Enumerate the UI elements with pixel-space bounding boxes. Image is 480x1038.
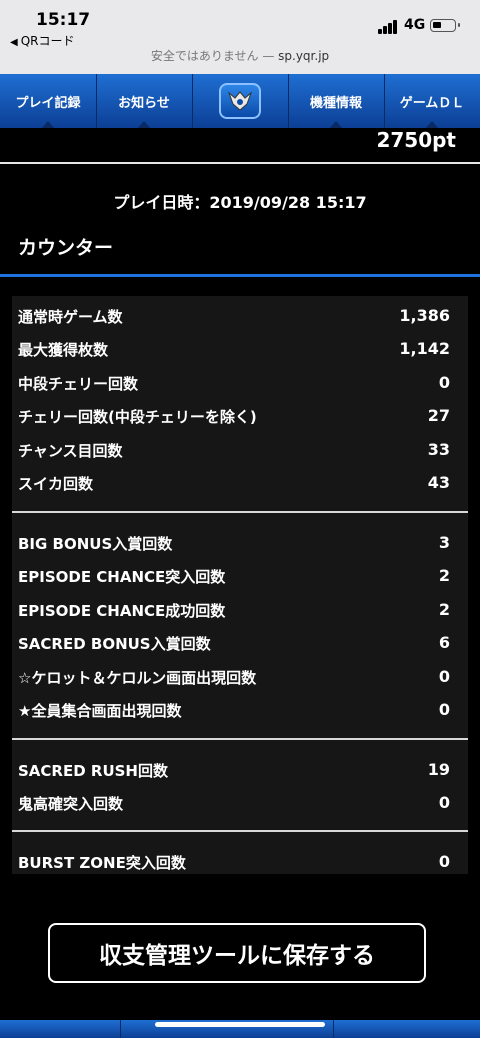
- counter-label: ★全員集合画面出現回数: [18, 702, 182, 720]
- address-bar[interactable]: 安全ではありません — sp.yqr.jp: [0, 47, 480, 64]
- counter-value: 2: [438, 600, 450, 619]
- play-datetime: プレイ日時：2019/09/28 15:17: [113, 193, 367, 212]
- counter-panel: 通常時ゲーム数 1,386 最大獲得枚数 1,142 中段チェリー回数 0 チェ…: [12, 296, 468, 874]
- counter-value: 0: [438, 667, 450, 686]
- counter-value: 33: [427, 440, 450, 459]
- counter-row: 通常時ゲーム数 1,386: [12, 306, 468, 330]
- counter-value: 0: [438, 793, 450, 812]
- nav-label: お知らせ: [118, 95, 170, 111]
- counter-row: チャンス目回数 33: [12, 440, 468, 464]
- counter-label: 通常時ゲーム数: [18, 308, 123, 326]
- nav-game-download[interactable]: ゲームＤＬ: [384, 74, 480, 129]
- counter-row: ☆ケロット＆ケロルン画面出現回数 0: [12, 667, 468, 691]
- counter-value: 19: [427, 760, 450, 779]
- points-bar: 2750pt: [0, 128, 480, 162]
- main-nav: プレイ記録 お知らせ 機種情報 ゲームＤＬ: [0, 74, 480, 130]
- counter-value: 1,386: [399, 306, 450, 325]
- save-to-balance-tool-button[interactable]: 収支管理ツールに保存する: [48, 923, 426, 983]
- nav-play-record[interactable]: プレイ記録: [0, 74, 97, 129]
- home-indicator[interactable]: [155, 1022, 325, 1027]
- counter-value: 2: [438, 566, 450, 585]
- counter-value: 43: [427, 473, 450, 492]
- counter-label: スイカ回数: [18, 475, 94, 493]
- counter-label: 最大獲得枚数: [18, 341, 109, 359]
- points-value: 2750pt: [376, 128, 456, 152]
- group-separator: [12, 511, 468, 513]
- nav-label: 機種情報: [309, 95, 362, 111]
- section-divider: [0, 274, 480, 277]
- security-warning: 安全ではありません —: [150, 49, 279, 63]
- counter-value: 6: [438, 633, 450, 652]
- url-host: sp.yqr.jp: [278, 49, 330, 63]
- counter-label: SACRED BONUS入賞回数: [18, 635, 211, 653]
- counter-label: EPISODE CHANCE成功回数: [18, 602, 226, 620]
- counter-row: EPISODE CHANCE突入回数 2: [12, 566, 468, 590]
- nav-home-logo[interactable]: [192, 74, 289, 128]
- counter-value: 0: [438, 373, 450, 392]
- nav-news[interactable]: お知らせ: [96, 74, 193, 129]
- counter-label: 鬼高確突入回数: [18, 795, 124, 813]
- counter-row: 中段チェリー回数 0: [12, 373, 468, 397]
- counter-row: チェリー回数(中段チェリーを除く) 27: [12, 406, 468, 430]
- counter-row: BIG BONUS入賞回数 3: [12, 533, 468, 557]
- status-bar: 15:17 ◀ QRコード 4G 安全ではありません — sp.yqr.jp: [0, 0, 480, 74]
- counter-value: 27: [427, 406, 450, 425]
- nav-machine-info[interactable]: 機種情報: [288, 74, 385, 129]
- counter-label: 中段チェリー回数: [18, 375, 139, 393]
- counter-row: ★全員集合画面出現回数 0: [12, 700, 468, 724]
- clock: 15:17: [36, 10, 91, 30]
- section-title: カウンター: [18, 237, 114, 259]
- battery-icon: [430, 19, 460, 32]
- counter-value: 3: [438, 533, 450, 552]
- nav-label: プレイ記録: [15, 95, 81, 111]
- counter-label: BURST ZONE突入回数: [18, 854, 186, 872]
- back-label: QRコード: [20, 34, 75, 48]
- counter-value: 0: [438, 852, 450, 871]
- counter-value: 1,142: [399, 339, 450, 358]
- counter-label: BIG BONUS入賞回数: [18, 535, 173, 553]
- group-separator: [12, 738, 468, 740]
- logo-icon: [219, 83, 261, 119]
- counter-row: SACRED BONUS入賞回数 6: [12, 633, 468, 657]
- counter-label: SACRED RUSH回数: [18, 762, 168, 780]
- counter-label: チェリー回数(中段チェリーを除く): [18, 408, 257, 426]
- counter-row: 鬼高確突入回数 0: [12, 793, 468, 817]
- counter-value: 0: [438, 700, 450, 719]
- counter-label: ☆ケロット＆ケロルン画面出現回数: [18, 669, 257, 687]
- nav-label: ゲームＤＬ: [399, 95, 465, 111]
- group-separator: [12, 830, 468, 832]
- counter-label: EPISODE CHANCE突入回数: [18, 568, 226, 586]
- signal-icon: [378, 20, 400, 34]
- network-type: 4G: [404, 17, 426, 33]
- counter-row: EPISODE CHANCE成功回数 2: [12, 600, 468, 624]
- counter-row: BURST ZONE突入回数 0: [12, 852, 468, 876]
- counter-row: SACRED RUSH回数 19: [12, 760, 468, 784]
- divider: [0, 162, 480, 164]
- counter-label: チャンス目回数: [18, 442, 123, 460]
- counter-row: スイカ回数 43: [12, 473, 468, 497]
- counter-row: 最大獲得枚数 1,142: [12, 339, 468, 363]
